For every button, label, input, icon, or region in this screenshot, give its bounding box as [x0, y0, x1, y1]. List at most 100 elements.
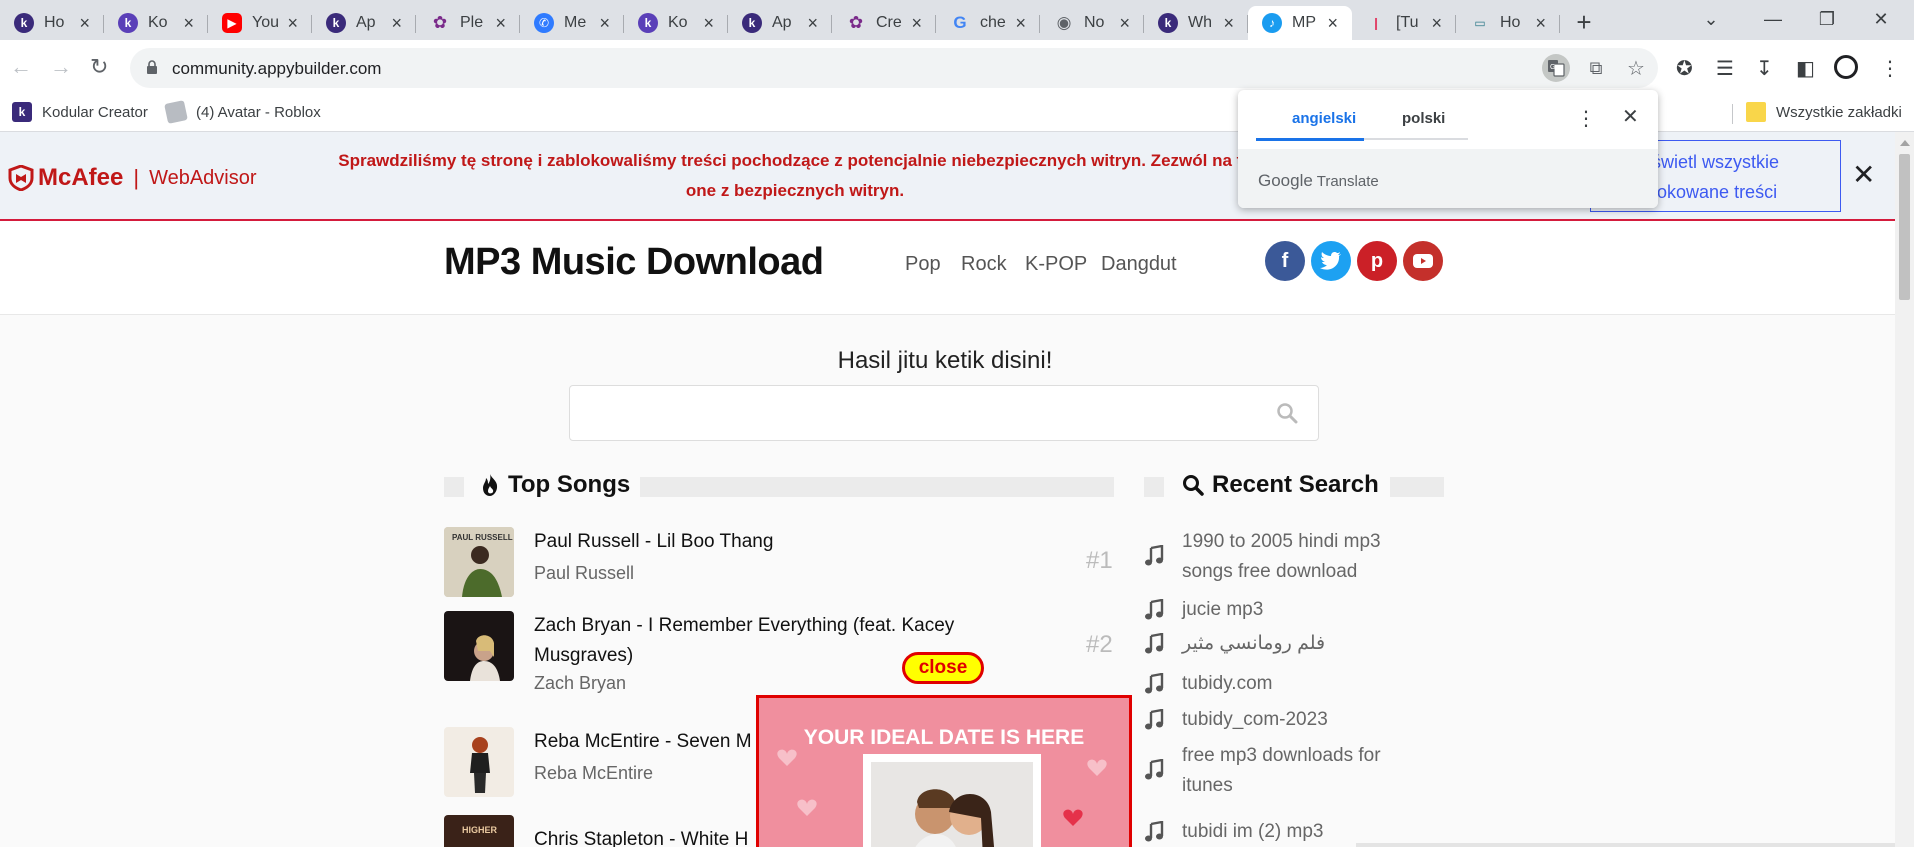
download-icon[interactable]: ↧ — [1756, 56, 1773, 81]
recent-search-item[interactable]: فلم رومانسي مثير — [1144, 629, 1394, 659]
ad-close-button[interactable]: close — [902, 652, 984, 684]
recent-search-item[interactable]: 1990 to 2005 hindi mp3 songs free downlo… — [1144, 527, 1394, 587]
browser-tab[interactable]: ♪ MP × — [1248, 6, 1352, 40]
forward-button[interactable]: → — [50, 54, 72, 80]
youtube-icon: ▶ — [222, 13, 242, 33]
browser-tab[interactable]: Gche × — [936, 6, 1040, 40]
page-scrollbar[interactable] — [1895, 132, 1914, 847]
svg-text:PAUL RUSSELL: PAUL RUSSELL — [452, 533, 513, 542]
close-tab-icon[interactable]: × — [183, 13, 194, 34]
nav-link-pop[interactable]: Pop — [905, 253, 941, 276]
close-tab-icon[interactable]: × — [79, 13, 90, 34]
all-bookmarks[interactable]: Wszystkie zakładki — [1746, 102, 1902, 122]
song-title[interactable]: Paul Russell - Lil Boo Thang — [534, 527, 1014, 557]
browser-tab[interactable]: k Wh × — [1144, 6, 1248, 40]
share-icon[interactable]: ⧉ — [1582, 54, 1610, 82]
search-input[interactable] — [569, 385, 1319, 441]
new-tab-button[interactable]: + — [1566, 5, 1602, 39]
browser-tab[interactable]: ▭ Ho × — [1456, 6, 1560, 40]
reload-button[interactable]: ↻ — [90, 54, 108, 80]
folder-icon — [1746, 102, 1766, 122]
close-window-button[interactable]: ✕ — [1866, 4, 1896, 34]
browser-tab[interactable]: ✿ Ple × — [416, 6, 520, 40]
menu-icon[interactable]: ⋮ — [1880, 56, 1900, 81]
minimize-button[interactable]: — — [1758, 4, 1788, 34]
restore-button[interactable]: ❐ — [1812, 4, 1842, 34]
song-title[interactable]: Chris Stapleton - White H — [534, 825, 774, 847]
media-controls-icon[interactable]: ☰ — [1716, 56, 1734, 81]
browser-tab[interactable]: ✆ Me × — [520, 6, 624, 40]
close-tab-icon[interactable]: × — [1535, 13, 1546, 34]
tab-source-language[interactable]: angielski — [1292, 110, 1356, 127]
side-panel-icon[interactable]: ◧ — [1796, 56, 1815, 81]
nav-link-rock[interactable]: Rock — [961, 253, 1007, 276]
tab-target-language[interactable]: polski — [1402, 110, 1445, 127]
close-tab-icon[interactable]: × — [495, 13, 506, 34]
nav-link-kpop[interactable]: K-POP — [1025, 253, 1087, 276]
back-button[interactable]: ← — [10, 54, 32, 80]
recent-search-text[interactable]: tubidy.com — [1182, 669, 1394, 699]
close-tab-icon[interactable]: × — [1015, 13, 1026, 34]
close-tab-icon[interactable]: × — [1223, 13, 1234, 34]
youtube-icon[interactable] — [1403, 241, 1443, 281]
close-tab-icon[interactable]: × — [807, 13, 818, 34]
extensions-icon[interactable]: ✪ — [1676, 56, 1693, 81]
recent-search-heading: Recent Search — [1182, 471, 1379, 499]
scroll-thumb[interactable] — [1899, 154, 1910, 300]
close-tab-icon[interactable]: × — [911, 13, 922, 34]
browser-tab[interactable]: ◉ No × — [1040, 6, 1144, 40]
close-tab-icon[interactable]: × — [391, 13, 402, 34]
browser-tab[interactable]: k Ko × — [624, 6, 728, 40]
song-title[interactable]: Reba McEntire - Seven M — [534, 727, 774, 757]
recent-search-item[interactable]: jucie mp3 — [1144, 595, 1394, 625]
twitter-icon[interactable] — [1311, 241, 1351, 281]
monitor-icon: ▭ — [1474, 16, 1486, 30]
translate-icon[interactable]: G — [1542, 54, 1570, 82]
tab-title: You — [252, 14, 279, 31]
recent-search-text[interactable]: free mp3 downloads for itunes — [1182, 741, 1394, 801]
browser-tab[interactable]: k Ap × — [312, 6, 416, 40]
song-item[interactable]: PAUL RUSSELL Paul Russell - Lil Boo Than… — [444, 527, 1114, 599]
scroll-up-arrow-icon[interactable] — [1900, 140, 1910, 146]
site-title[interactable]: MP3 Music Download — [444, 241, 824, 284]
recent-search-item[interactable]: tubidy_com-2023 — [1144, 705, 1394, 735]
more-options-icon[interactable]: ⋮ — [1576, 106, 1596, 131]
song-item[interactable]: Zach Bryan - I Remember Everything (feat… — [444, 611, 1114, 701]
browser-tab[interactable]: k Ko × — [104, 6, 208, 40]
music-note-icon — [1145, 633, 1164, 654]
close-tab-icon[interactable]: × — [703, 13, 714, 34]
facebook-icon[interactable]: f — [1265, 241, 1305, 281]
browser-tab[interactable]: ❙ [Tu × — [1352, 6, 1456, 40]
profile-avatar[interactable] — [1834, 55, 1858, 79]
ad-banner[interactable]: YOUR IDEAL DATE IS HERE — [756, 695, 1132, 847]
nav-link-dangdut[interactable]: Dangdut — [1101, 253, 1177, 276]
mcafee-message-line: one z bezpiecznych witryn. — [685, 181, 905, 200]
tab-search-icon[interactable]: ⌄ — [1696, 4, 1726, 34]
couple-photo-image — [871, 762, 1033, 847]
browser-tab[interactable]: ✿ Cre × — [832, 6, 936, 40]
recent-search-item[interactable]: free mp3 downloads for itunes — [1144, 741, 1394, 801]
close-tab-icon[interactable]: × — [1119, 13, 1130, 34]
recent-search-item[interactable]: tubidy.com — [1144, 669, 1394, 699]
recent-search-text[interactable]: tubidy_com-2023 — [1182, 705, 1394, 735]
mcafee-shield-icon — [8, 165, 34, 191]
star-icon[interactable]: ☆ — [1622, 54, 1650, 82]
close-tab-icon[interactable]: × — [287, 13, 298, 34]
bookmark-kodular[interactable]: k Kodular Creator — [12, 102, 148, 122]
recent-search-text[interactable]: فلم رومانسي مثير — [1182, 629, 1394, 659]
pinterest-icon[interactable]: p — [1357, 241, 1397, 281]
close-tab-icon[interactable]: × — [599, 13, 610, 34]
recent-search-text[interactable]: jucie mp3 — [1182, 595, 1394, 625]
close-tab-icon[interactable]: × — [1431, 13, 1442, 34]
browser-tab[interactable]: k Ap × — [728, 6, 832, 40]
recent-search-text[interactable]: 1990 to 2005 hindi mp3 songs free downlo… — [1182, 527, 1394, 587]
close-icon[interactable]: ✕ — [1852, 158, 1875, 191]
bookmark-roblox[interactable]: (4) Avatar - Roblox — [164, 100, 321, 124]
browser-tab[interactable]: k Ho × — [0, 6, 104, 40]
browser-tab[interactable]: ▶ You × — [208, 6, 312, 40]
search-icon[interactable] — [1276, 402, 1298, 424]
close-tab-icon[interactable]: × — [1327, 13, 1338, 34]
address-bar[interactable]: community.appybuilder.com G ⧉ ☆ — [130, 48, 1658, 88]
google-icon: G — [953, 13, 967, 32]
close-icon[interactable]: ✕ — [1622, 104, 1639, 129]
